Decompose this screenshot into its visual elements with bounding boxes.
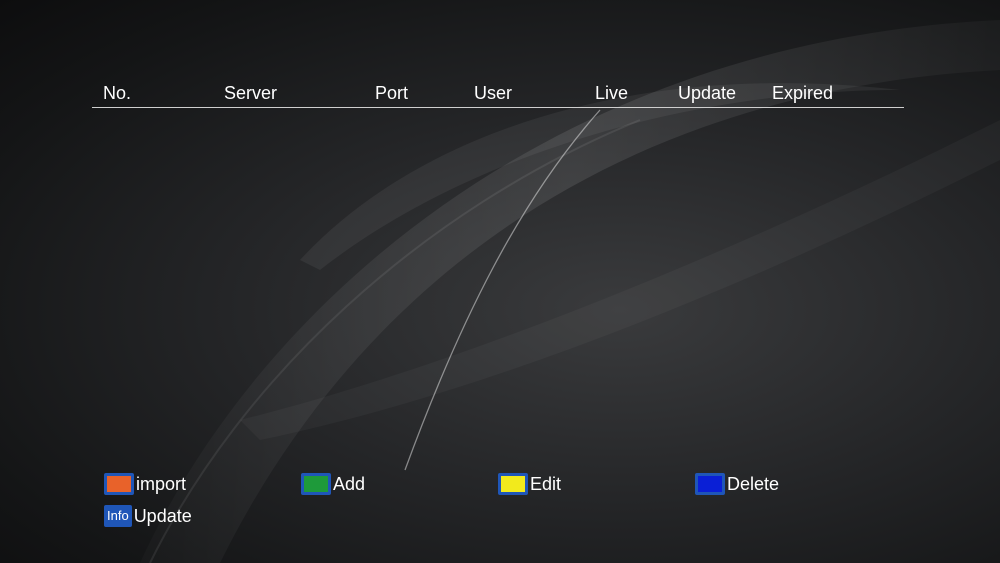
delete-button[interactable]: Delete bbox=[695, 473, 779, 495]
red-key-icon bbox=[104, 473, 134, 495]
column-header-port: Port bbox=[375, 83, 409, 103]
delete-label: Delete bbox=[727, 474, 780, 494]
edit-button[interactable]: Edit bbox=[498, 473, 561, 495]
column-header-server: Server bbox=[224, 83, 278, 103]
table-header: No. Server Port User Live Update Expired bbox=[92, 80, 904, 108]
column-header-live: Live bbox=[595, 83, 629, 103]
update-label: Update bbox=[133, 506, 192, 526]
column-header-update: Update bbox=[678, 83, 737, 103]
edit-label: Edit bbox=[530, 474, 562, 494]
info-key-icon: Info bbox=[104, 505, 132, 527]
import-label: import bbox=[136, 474, 187, 494]
yellow-key-icon bbox=[498, 473, 528, 495]
green-key-icon bbox=[301, 473, 331, 495]
import-button[interactable]: import bbox=[104, 473, 186, 495]
column-header-user: User bbox=[474, 83, 513, 103]
column-header-expired: Expired bbox=[772, 83, 834, 103]
add-label: Add bbox=[333, 474, 366, 494]
column-header-no: No. bbox=[103, 83, 132, 103]
update-button[interactable]: Info Update bbox=[104, 505, 192, 527]
blue-key-icon bbox=[695, 473, 725, 495]
server-list bbox=[92, 110, 904, 450]
add-button[interactable]: Add bbox=[301, 473, 365, 495]
